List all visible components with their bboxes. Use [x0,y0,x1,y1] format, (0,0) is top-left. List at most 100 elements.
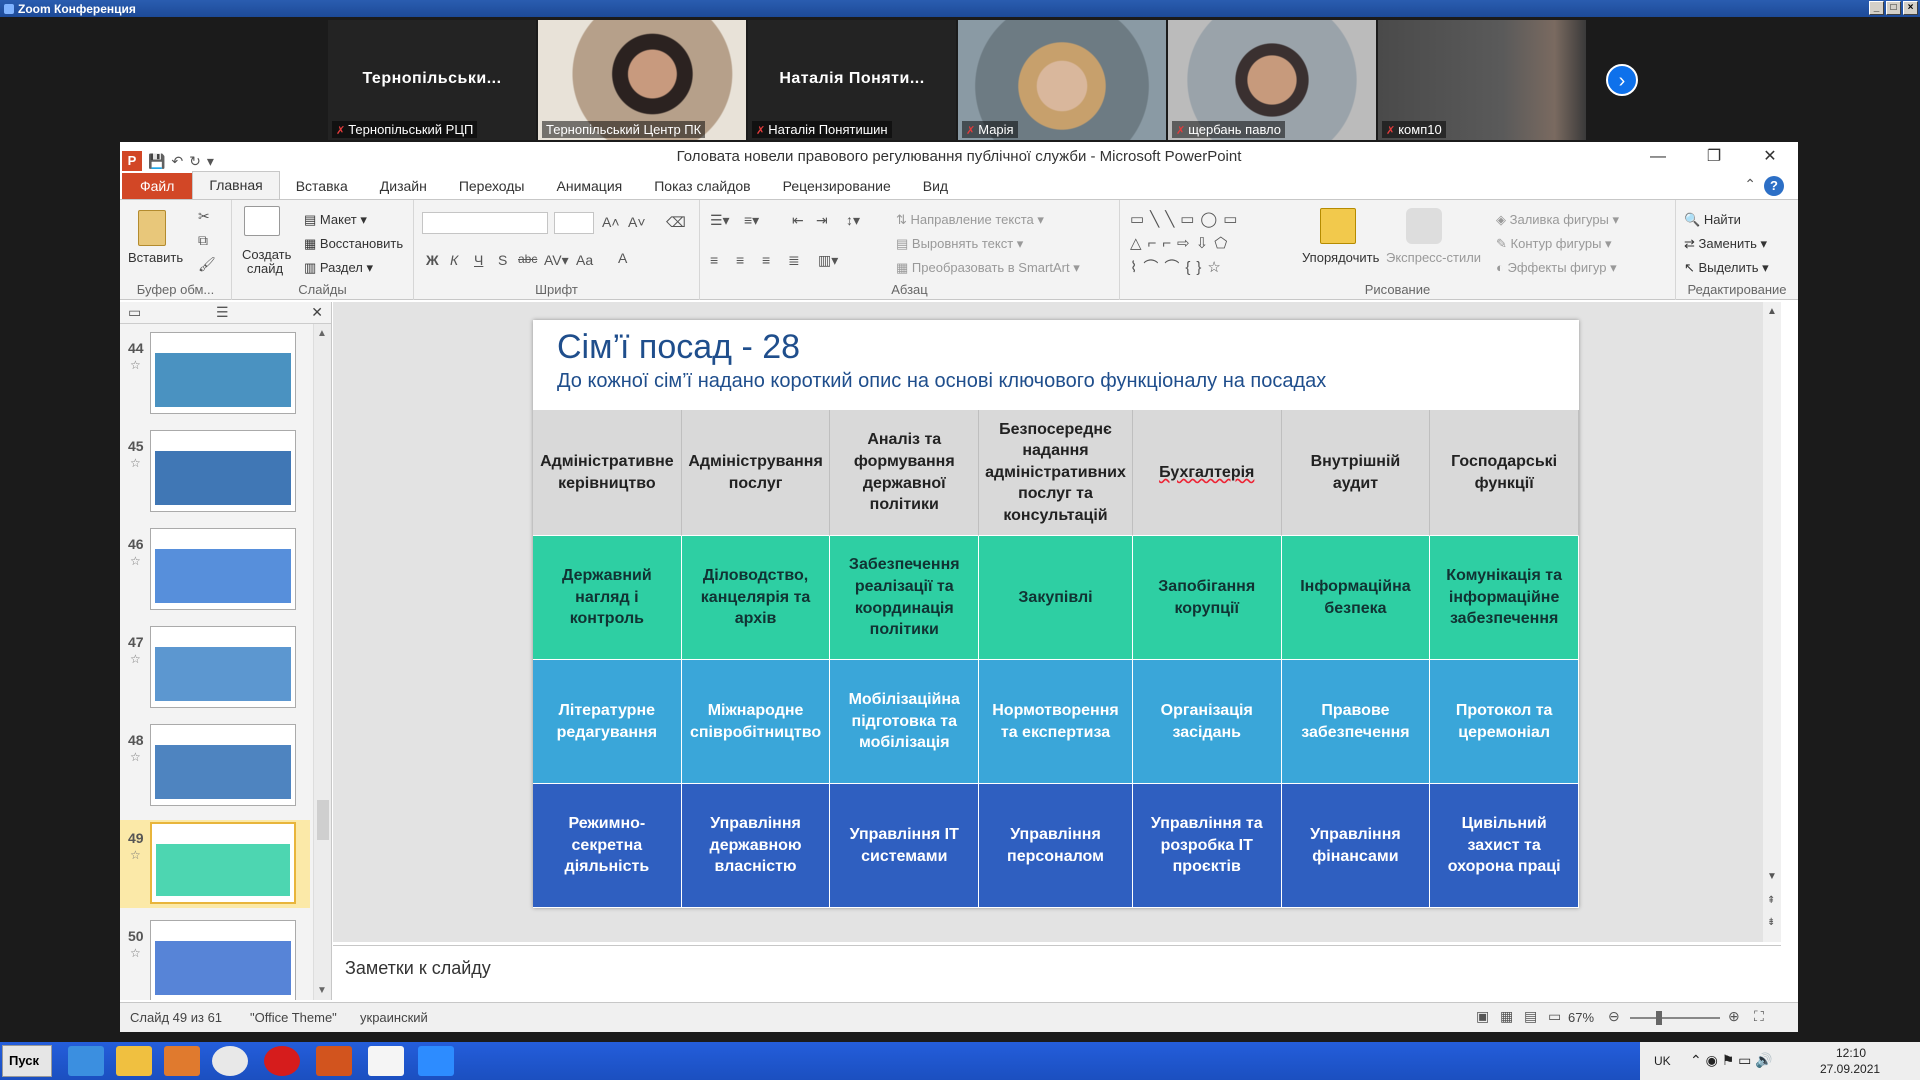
format-painter-icon[interactable]: 🖌 [198,256,216,273]
tab-view[interactable]: Вид [907,173,964,199]
media-player-icon[interactable] [164,1046,200,1076]
slide-thumbnail[interactable]: 49 ☆ [120,820,310,908]
powerpoint-taskbar-icon[interactable] [316,1046,352,1076]
italic-button[interactable]: К [450,252,458,268]
tab-design[interactable]: Дизайн [364,173,443,199]
close-panel-icon[interactable]: ✕ [311,304,323,321]
table-cell[interactable]: Управління ІТ системами [830,784,980,908]
table-cell[interactable]: Управління та розробка ІТ проєктів [1132,784,1282,908]
table-cell[interactable]: Запобігання корупції [1132,536,1282,660]
language-indicator[interactable]: украинский [360,1010,428,1025]
zoom-slider-thumb[interactable] [1656,1011,1662,1025]
slide-scrollbar[interactable]: ▲ ▼ ⇞ ⇟ [1763,302,1781,942]
line-spacing-icon[interactable]: ↕▾ [846,212,860,229]
table-cell[interactable]: Адміністрування послуг [681,410,831,536]
scroll-up-icon[interactable]: ▲ [317,328,327,339]
zoom-out-icon[interactable]: ⊖ [1608,1008,1620,1025]
align-center-icon[interactable]: ≡ [736,252,744,268]
table-cell[interactable]: Господарські функції [1430,410,1579,536]
char-spacing-icon[interactable]: AV▾ [544,252,569,269]
tab-file[interactable]: Файл [122,173,193,199]
reset-button[interactable]: ▦ Восстановить [304,236,403,252]
fit-to-window-icon[interactable]: ⛶ [1754,1008,1764,1025]
table-cell[interactable]: Міжнародне співробітництво [681,660,831,784]
strikethrough-button[interactable]: abc [518,252,537,266]
table-cell[interactable]: Інформаційна безпека [1281,536,1431,660]
minimize-button[interactable]: _ [1869,1,1884,15]
table-cell[interactable]: Безпосереднє надання адміністративних по… [979,410,1133,536]
table-cell[interactable]: Комунікація та інформаційне забезпечення [1430,536,1579,660]
participant-tile[interactable]: ✗ щербань павло [1168,20,1376,140]
job-families-table[interactable]: Адміністративне керівництво Адмініструван… [533,410,1579,908]
shape-outline-button[interactable]: ✎ Контур фигуры ▾ [1496,236,1612,252]
internet-explorer-icon[interactable] [68,1046,104,1076]
slides-tab-icon[interactable]: ▭ [128,304,141,321]
current-slide[interactable]: Сім’ї посад - 28 До кожної сім’ї надано … [533,320,1579,908]
outline-tab-icon[interactable]: ☰ [216,304,229,321]
columns-icon[interactable]: ▥▾ [818,252,838,269]
tab-transitions[interactable]: Переходы [443,173,541,199]
align-left-icon[interactable]: ≡ [710,252,718,268]
chevron-right-icon[interactable]: › [1606,64,1638,96]
theme-name[interactable]: "Office Theme" [250,1010,337,1025]
table-cell[interactable]: Цивільний захист та охорона праці [1430,784,1579,908]
slide-title[interactable]: Сім’ї посад - 28 [557,328,800,367]
notes-pane[interactable]: Заметки к слайду [333,945,1781,999]
section-button[interactable]: ▥ Раздел ▾ [304,260,373,276]
bold-button[interactable]: Ж [426,252,439,268]
slide-thumbnail[interactable]: 44 ☆ [120,330,310,418]
numbering-icon[interactable]: ≡▾ [744,212,759,229]
next-slide-icon[interactable]: ⇟ [1767,917,1775,928]
tab-animation[interactable]: Анимация [541,173,639,199]
scroll-down-icon[interactable]: ▼ [1767,871,1777,882]
shape-fill-button[interactable]: ◈ Заливка фигуры ▾ [1496,212,1619,228]
table-cell[interactable]: Діловодство, канцелярія та архів [681,536,831,660]
slide-thumbnail[interactable]: 46 ☆ [120,526,310,614]
close-button[interactable]: × [1903,1,1918,15]
tab-insert[interactable]: Вставка [280,173,364,199]
slide-thumbnail[interactable]: 47 ☆ [120,624,310,712]
table-cell[interactable]: Аналіз та формування державної політики [830,410,980,536]
cut-icon[interactable]: ✂ [198,208,210,225]
smartart-button[interactable]: ▦ Преобразовать в SmartArt ▾ [896,260,1080,276]
font-size-field[interactable] [554,212,594,234]
increase-indent-icon[interactable]: ⇥ [816,212,828,229]
opera-icon[interactable] [264,1046,300,1076]
align-text-button[interactable]: ▤ Выровнять текст ▾ [896,236,1023,252]
paste-icon[interactable] [138,210,166,246]
slide-sorter-icon[interactable]: ▦ [1500,1008,1513,1025]
scroll-thumb[interactable] [317,800,329,840]
slideshow-icon[interactable]: ▭ [1548,1008,1561,1025]
slide-subtitle[interactable]: До кожної сім’ї надано короткий опис на … [557,370,1326,393]
slide-thumbnail[interactable]: 50 ☆ [120,918,310,1000]
powerpoint-logo-icon[interactable]: P [122,151,142,171]
tab-review[interactable]: Рецензирование [767,173,907,199]
table-cell[interactable]: Протокол та церемоніал [1430,660,1579,784]
new-slide-button[interactable]: Создать слайд [242,248,291,276]
shadow-button[interactable]: S [498,252,507,268]
justify-icon[interactable]: ≣ [788,252,800,269]
underline-button[interactable]: Ч [474,252,483,268]
ppt-close-button[interactable]: ✕ [1742,142,1798,172]
file-explorer-icon[interactable] [116,1046,152,1076]
participant-tile[interactable]: ✗ комп10 [1378,20,1586,140]
font-color-button[interactable]: A [618,250,627,266]
chrome-icon[interactable] [212,1046,248,1076]
table-cell[interactable]: Нормотворення та експертиза [979,660,1133,784]
table-cell[interactable]: Управління персоналом [979,784,1133,908]
zoom-in-icon[interactable]: ⊕ [1728,1008,1740,1025]
bullets-icon[interactable]: ☰▾ [710,212,730,229]
text-direction-button[interactable]: ⇅ Направление текста ▾ [896,212,1044,228]
change-case-button[interactable]: Aa [576,252,593,268]
previous-slide-icon[interactable]: ⇞ [1767,895,1775,906]
table-cell[interactable]: Державний нагляд і контроль [533,536,682,660]
arrange-button[interactable]: Упорядочить [1302,250,1379,265]
table-cell[interactable]: Управління фінансами [1281,784,1431,908]
clear-format-icon[interactable]: ⌫ [666,214,686,231]
zoom-slider[interactable] [1630,1017,1720,1019]
tab-home[interactable]: Главная [192,171,280,199]
table-cell[interactable]: Режимно-секретна діяльність [533,784,682,908]
scroll-down-icon[interactable]: ▼ [317,985,327,996]
new-slide-icon[interactable] [244,206,280,236]
participant-tile[interactable]: ✗ Марія [958,20,1166,140]
